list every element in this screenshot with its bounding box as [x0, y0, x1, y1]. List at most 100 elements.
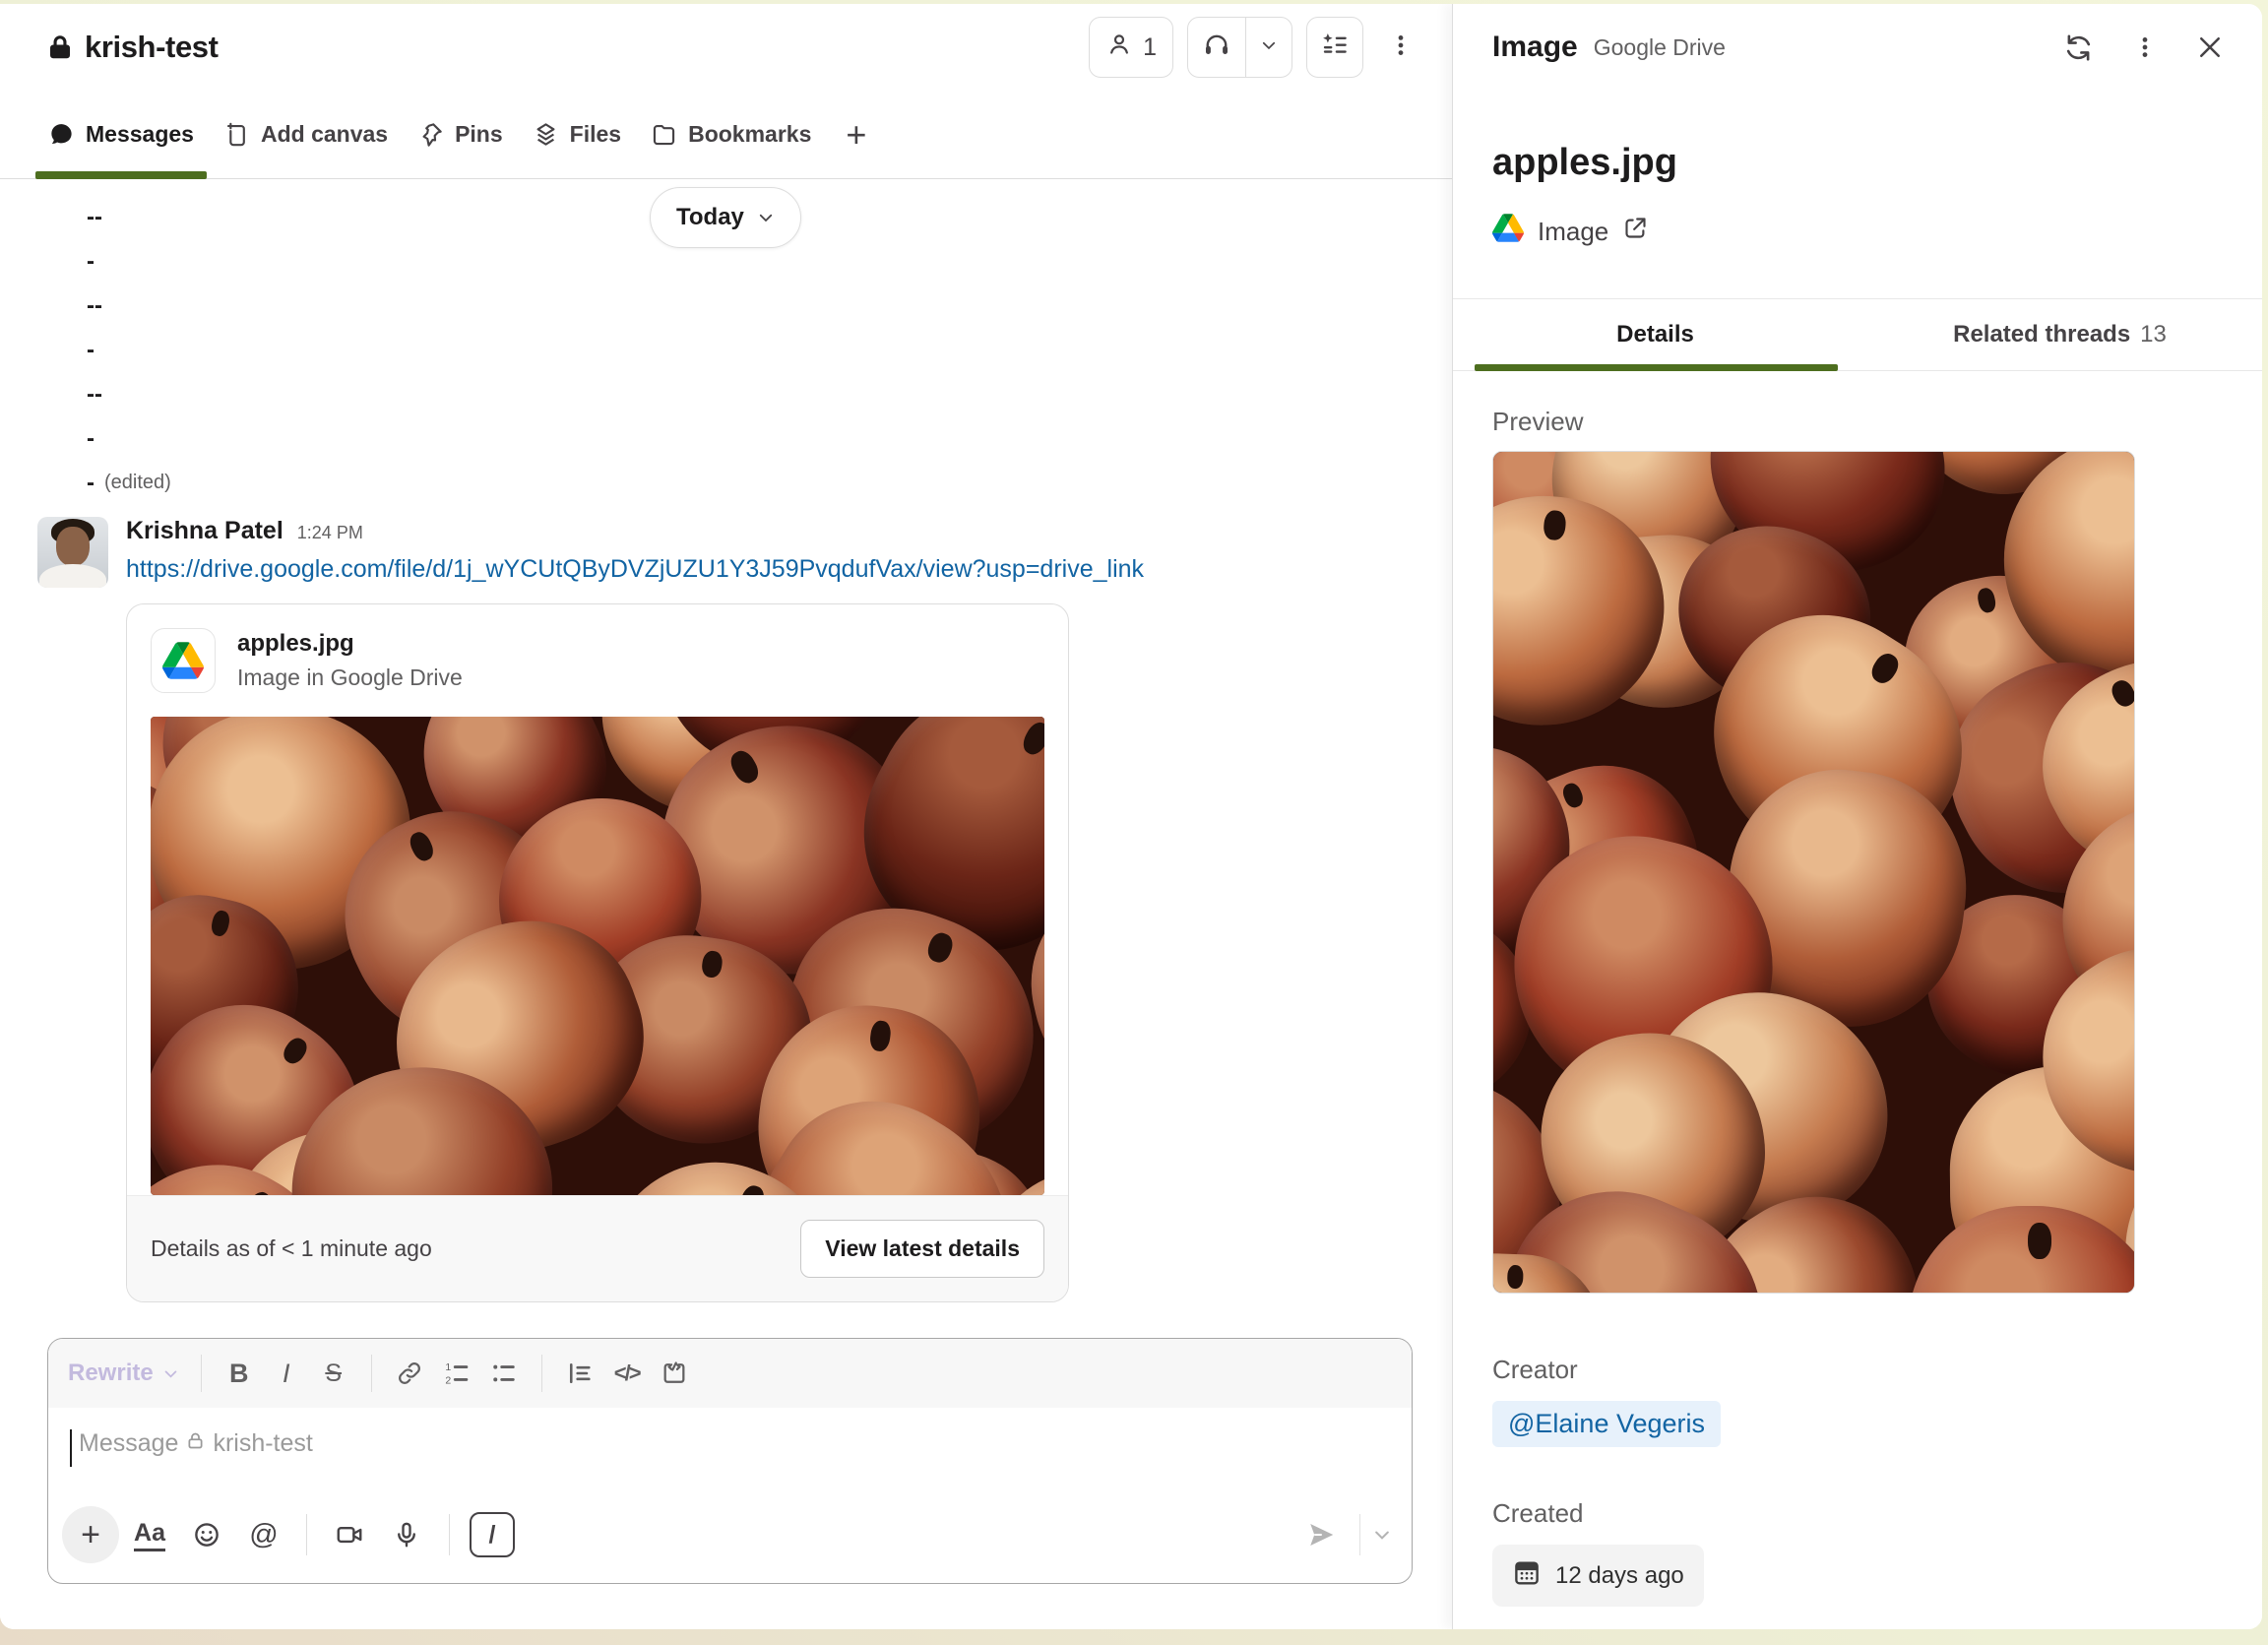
message-text: -: [87, 425, 94, 453]
avatar[interactable]: [37, 517, 108, 588]
blockquote-button[interactable]: [556, 1350, 603, 1397]
message-timestamp[interactable]: 1:24 PM: [297, 523, 363, 543]
date-divider-label: Today: [676, 204, 744, 231]
channel-name-button[interactable]: krish-test: [45, 30, 219, 65]
tab-pins[interactable]: Pins: [403, 91, 518, 178]
tab-label: Messages: [86, 121, 194, 148]
panel-title: Image: [1492, 31, 1578, 64]
message-text: -: [87, 337, 94, 364]
attachment-subtitle: Image in Google Drive: [237, 664, 463, 691]
panel-tab-bar: Details Related threads 13: [1453, 298, 2262, 371]
file-title: apples.jpg: [1492, 142, 2223, 184]
view-latest-details-button[interactable]: View latest details: [800, 1220, 1044, 1278]
tab-messages[interactable]: Messages: [33, 91, 209, 178]
tab-bookmarks[interactable]: Bookmarks: [636, 91, 826, 178]
mention-button[interactable]: @: [237, 1508, 290, 1561]
details-freshness-text: Details as of < 1 minute ago: [151, 1235, 432, 1262]
refresh-button[interactable]: [2062, 32, 2095, 64]
placeholder-channel: krish-test: [213, 1429, 312, 1458]
emoji-button[interactable]: [180, 1508, 233, 1561]
message-input[interactable]: Message krish-test: [48, 1408, 1412, 1498]
message-text: -: [87, 248, 94, 276]
close-panel-button[interactable]: [2195, 32, 2225, 62]
ordered-list-button[interactable]: 12: [433, 1350, 480, 1397]
channel-tab-bar: Messages Add canvas Pins Files: [0, 91, 1452, 179]
formatting-toggle-button[interactable]: Aa: [123, 1508, 176, 1561]
tab-label: Details: [1616, 321, 1694, 348]
date-divider-pill[interactable]: Today: [650, 187, 801, 248]
plus-icon: +: [846, 114, 866, 156]
toolbar-divider: [371, 1355, 372, 1392]
link-button[interactable]: [386, 1350, 433, 1397]
chevron-down-icon: [757, 209, 775, 226]
strikethrough-button[interactable]: S: [310, 1350, 357, 1397]
created-label: Created: [1492, 1498, 2223, 1529]
attachment-footer: Details as of < 1 minute ago View latest…: [127, 1195, 1068, 1301]
file-type-row[interactable]: Image: [1492, 214, 2223, 249]
huddle-options-button[interactable]: [1246, 18, 1292, 77]
italic-button[interactable]: I: [263, 1350, 310, 1397]
channel-more-actions-button[interactable]: [1377, 17, 1424, 78]
composer-bottom-bar: + Aa @ /: [48, 1498, 1412, 1583]
message-content: Krishna Patel 1:24 PM https://drive.goog…: [126, 517, 1144, 1302]
file-detail-panel: Image Google Drive apples.jpg: [1452, 4, 2262, 1629]
creator-label: Creator: [1492, 1355, 2223, 1385]
message-row: - (edited): [0, 461, 1452, 505]
panel-more-button[interactable]: [2132, 32, 2158, 62]
drive-file-link[interactable]: https://drive.google.com/file/d/1j_wYCUt…: [126, 555, 1144, 584]
attachment-title[interactable]: apples.jpg: [237, 630, 463, 658]
attach-button[interactable]: +: [62, 1506, 119, 1563]
created-date-value: 12 days ago: [1555, 1562, 1684, 1590]
message-text: -: [87, 470, 94, 497]
message-author[interactable]: Krishna Patel: [126, 517, 284, 545]
audio-clip-button[interactable]: [380, 1508, 433, 1561]
send-options-button[interactable]: [1372, 1525, 1392, 1545]
message-row: --: [0, 284, 1452, 328]
composer-divider: [449, 1514, 450, 1555]
edited-label: (edited): [104, 472, 171, 494]
tab-add-canvas[interactable]: Add canvas: [209, 91, 403, 178]
tab-related-threads[interactable]: Related threads 13: [1858, 299, 2262, 370]
lock-icon: [185, 1429, 206, 1458]
canvas-button[interactable]: [1306, 17, 1363, 78]
svg-text:2: 2: [445, 1375, 451, 1387]
header-actions: 1: [1089, 17, 1424, 78]
lock-icon: [45, 32, 75, 63]
attachment-image-preview[interactable]: [151, 717, 1044, 1195]
bullet-list-button[interactable]: [480, 1350, 528, 1397]
tab-details[interactable]: Details: [1453, 299, 1858, 370]
code-button[interactable]: </>: [603, 1350, 651, 1397]
huddle-button[interactable]: [1188, 18, 1245, 77]
send-button[interactable]: [1294, 1508, 1348, 1561]
google-drive-icon: [151, 628, 216, 693]
slash-glyph: /: [489, 1521, 496, 1550]
tab-files[interactable]: Files: [518, 91, 636, 178]
rewrite-label: Rewrite: [68, 1360, 154, 1387]
rewrite-button[interactable]: Rewrite: [68, 1360, 179, 1387]
tab-label: Add canvas: [261, 121, 388, 148]
video-clip-button[interactable]: [323, 1508, 376, 1561]
message-list: Today -- - -- - -- - - (edited) Krishna …: [0, 179, 1452, 1322]
text-cursor: [70, 1429, 72, 1467]
huddle-button-group: [1187, 17, 1292, 78]
pin-icon: [417, 121, 444, 148]
tab-label: Pins: [455, 121, 503, 148]
tab-label: Files: [570, 121, 621, 148]
drive-attachment-card: apples.jpg Image in Google Drive Details…: [126, 603, 1069, 1302]
creator-mention[interactable]: @Elaine Vegeris: [1492, 1401, 1721, 1447]
composer-divider: [306, 1514, 307, 1555]
tab-count: 13: [2140, 321, 2167, 348]
tab-label: Related threads: [1953, 321, 2130, 348]
preview-label: Preview: [1492, 407, 2223, 437]
file-summary: apples.jpg Image: [1453, 91, 2262, 249]
bold-button[interactable]: B: [216, 1350, 263, 1397]
add-tab-button[interactable]: +: [826, 91, 886, 178]
message-row: -: [0, 328, 1452, 372]
shortcuts-button[interactable]: /: [466, 1508, 519, 1561]
channel-header: krish-test 1: [0, 4, 1452, 91]
members-button[interactable]: 1: [1089, 17, 1173, 78]
message-bubble-icon: [48, 121, 75, 148]
file-preview-image[interactable]: [1492, 451, 2135, 1294]
code-block-button[interactable]: [651, 1350, 698, 1397]
chevron-down-icon: [1372, 1525, 1392, 1545]
